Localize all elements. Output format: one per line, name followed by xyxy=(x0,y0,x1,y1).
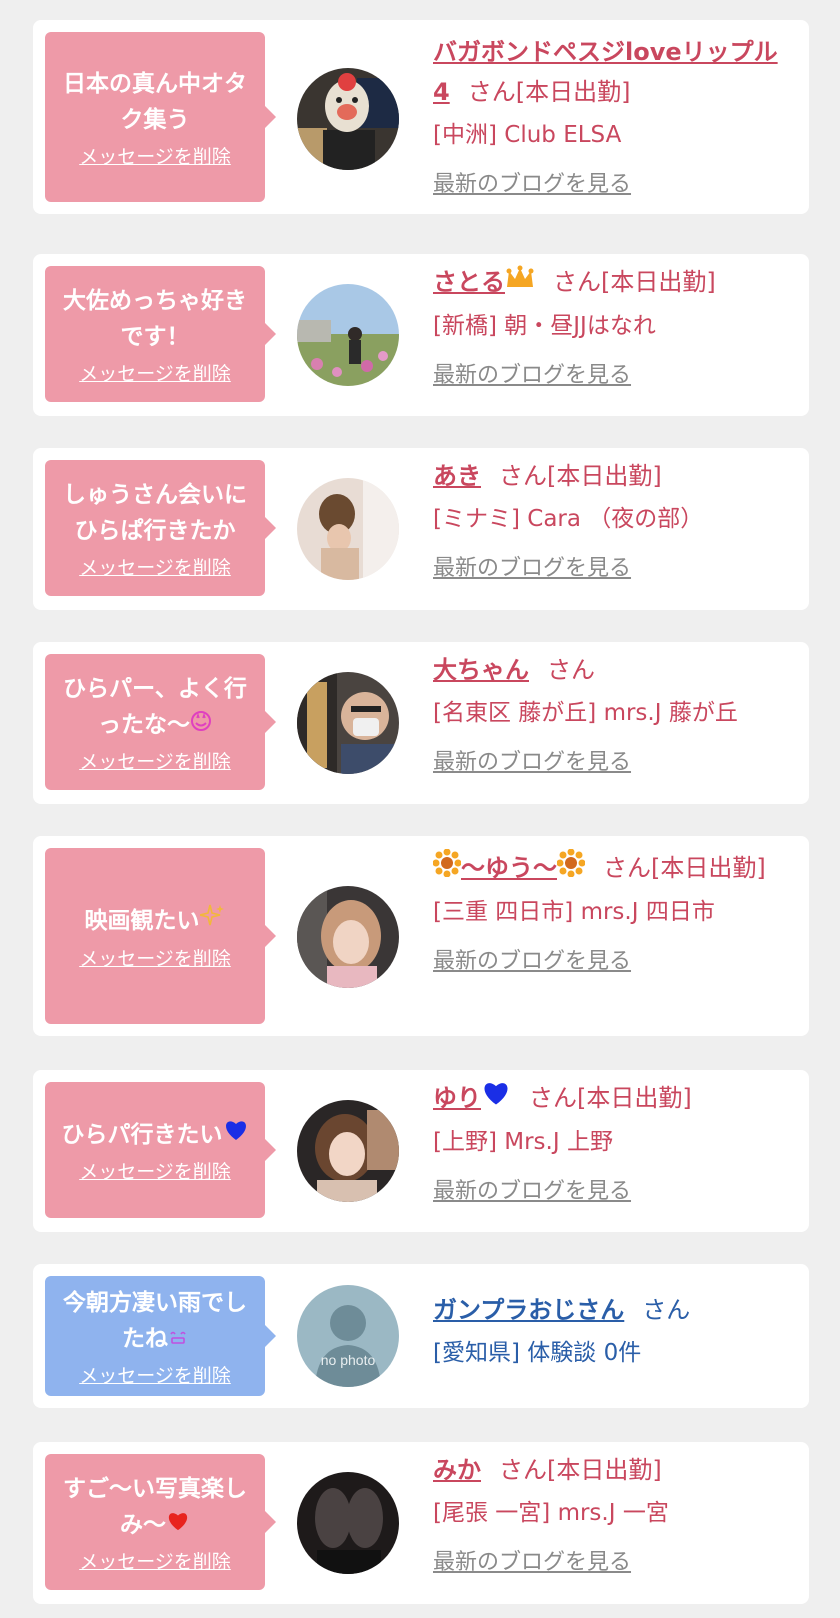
avatar[interactable] xyxy=(297,672,399,774)
status-text: さん[本日出勤] xyxy=(529,1084,692,1112)
latest-blog-link[interactable]: 最新のブログを見る xyxy=(433,168,785,202)
profile-name-link[interactable]: 大ちゃん xyxy=(433,656,529,684)
status-text: さん[本日出勤] xyxy=(603,854,766,882)
latest-blog-link[interactable]: 最新のブログを見る xyxy=(433,746,785,780)
message-card: 日本の真ん中オタク集う メッセージを削除 バガボンドペスジloveリップル4 さん… xyxy=(33,20,809,214)
status-text: さん[本日出勤] xyxy=(499,462,662,490)
message-text: 日本の真ん中オタク集う xyxy=(63,71,247,133)
profile-info: さとる さん[本日出勤] [新橋] 朝・昼JJはなれ 最新のブログを見る xyxy=(433,262,785,393)
message-bubble: 映画観たい メッセージを削除 xyxy=(45,848,276,1024)
shop-info: [尾張 一宮] mrs.J 一宮 xyxy=(433,1500,669,1526)
message-card: ひらパ行きたい メッセージを削除 ゆり さん[本日出勤] [上野] Mrs.J 上… xyxy=(33,1070,809,1232)
delete-message-link[interactable]: メッセージを削除 xyxy=(79,363,231,385)
status-text: さん xyxy=(547,656,595,684)
status-text: さん xyxy=(642,1296,691,1324)
shop-info: [愛知県] 体験談 0件 xyxy=(433,1340,642,1366)
profile-name-link[interactable]: ゆり xyxy=(433,1084,481,1112)
shop-info: [中洲] Club ELSA xyxy=(433,122,622,148)
profile-info: ガンプラおじさん さん [愛知県] 体験談 0件 xyxy=(433,1290,785,1372)
message-card: ひらパー、よく行ったな〜 メッセージを削除 大ちゃん さん [名東区 藤が丘] m… xyxy=(33,642,809,804)
shop-info: [ミナミ] Cara （夜の部） xyxy=(433,506,704,532)
profile-info: あき さん[本日出勤] [ミナミ] Cara （夜の部） 最新のブログを見る xyxy=(433,456,785,586)
latest-blog-link[interactable]: 最新のブログを見る xyxy=(433,1546,785,1580)
latest-blog-link[interactable]: 最新のブログを見る xyxy=(433,1175,785,1209)
delete-message-link[interactable]: メッセージを削除 xyxy=(79,146,231,168)
avatar[interactable] xyxy=(297,886,399,988)
shop-info: [名東区 藤が丘] mrs.J 藤が丘 xyxy=(433,700,738,726)
profile-name-link[interactable]: 〜ゆう〜 xyxy=(461,854,557,882)
latest-blog-link[interactable]: 最新のブログを見る xyxy=(433,945,785,979)
profile-info: みか さん[本日出勤] [尾張 一宮] mrs.J 一宮 最新のブログを見る xyxy=(433,1450,785,1580)
profile-name-link[interactable]: ガンプラおじさん xyxy=(433,1296,624,1324)
latest-blog-link[interactable]: 最新のブログを見る xyxy=(433,359,785,393)
message-text: 映画観たい xyxy=(85,903,226,940)
message-bubble: すご〜い写真楽しみ〜 メッセージを削除 xyxy=(45,1454,276,1590)
delete-message-link[interactable]: メッセージを削除 xyxy=(79,1161,231,1183)
message-card: すご〜い写真楽しみ〜 メッセージを削除 みか さん[本日出勤] [尾張 一宮] m… xyxy=(33,1442,809,1604)
blue-heart-icon xyxy=(481,1079,511,1119)
profile-info: 大ちゃん さん [名東区 藤が丘] mrs.J 藤が丘 最新のブログを見る xyxy=(433,650,785,780)
sunflower-icon xyxy=(432,848,462,889)
message-card: 映画観たい メッセージを削除 〜ゆう〜 さん[本日出勤] [三重 四日市] mrs… xyxy=(33,836,809,1036)
message-bubble: しゅうさん会いにひらぱ行きたか メッセージを削除 xyxy=(45,460,276,596)
shop-info: [新橋] 朝・昼JJはなれ xyxy=(433,313,656,339)
delete-message-link[interactable]: メッセージを削除 xyxy=(79,557,231,579)
message-text: すご〜い写真楽しみ〜 xyxy=(53,1471,257,1544)
profile-name-link[interactable]: さとる xyxy=(433,268,505,296)
profile-info: 〜ゆう〜 さん[本日出勤] [三重 四日市] mrs.J 四日市 最新のブログを見… xyxy=(432,848,785,979)
profile-name-link[interactable]: みか xyxy=(433,1456,481,1484)
avatar[interactable] xyxy=(297,68,399,170)
blue-heart-icon xyxy=(223,1117,249,1153)
avatar[interactable]: no photo xyxy=(297,1285,399,1387)
profile-name-link[interactable]: あき xyxy=(433,462,481,490)
avatar[interactable] xyxy=(297,478,399,580)
message-bubble: 日本の真ん中オタク集う メッセージを削除 xyxy=(45,32,276,202)
message-text: ひらパー、よく行ったな〜 xyxy=(53,671,257,744)
shop-info: [三重 四日市] mrs.J 四日市 xyxy=(433,899,715,925)
crown-icon xyxy=(505,263,535,303)
smile-face-icon xyxy=(168,1321,188,1357)
delete-message-link[interactable]: メッセージを削除 xyxy=(79,751,231,773)
message-bubble: 大佐めっちゃ好きです！ メッセージを削除 xyxy=(45,266,276,402)
message-text: 今朝方凄い雨でしたね xyxy=(53,1285,257,1358)
status-text: さん[本日出勤] xyxy=(467,78,631,106)
message-card: 今朝方凄い雨でしたね メッセージを削除 no photo ガンプラおじさん さん … xyxy=(33,1264,809,1408)
red-heart-icon xyxy=(166,1507,190,1543)
message-text: ひらパ行きたい xyxy=(62,1117,249,1154)
profile-info: ゆり さん[本日出勤] [上野] Mrs.J 上野 最新のブログを見る xyxy=(433,1078,785,1209)
message-bubble: ひらパー、よく行ったな〜 メッセージを削除 xyxy=(45,654,276,790)
sunflower-icon xyxy=(556,848,586,889)
message-card: しゅうさん会いにひらぱ行きたか メッセージを削除 あき さん[本日出勤] [ミナミ… xyxy=(33,448,809,610)
status-text: さん[本日出勤] xyxy=(553,268,716,296)
message-text: しゅうさん会いにひらぱ行きたか xyxy=(63,482,247,544)
avatar[interactable] xyxy=(297,1100,399,1202)
delete-message-link[interactable]: メッセージを削除 xyxy=(79,1551,231,1573)
message-bubble: 今朝方凄い雨でしたね メッセージを削除 xyxy=(45,1276,276,1396)
profile-info: バガボンドペスジloveリップル4 さん[本日出勤] [中洲] Club ELSA… xyxy=(433,32,785,202)
no-photo-label: no photo xyxy=(321,1352,376,1368)
delete-message-link[interactable]: メッセージを削除 xyxy=(79,948,231,970)
message-card: 大佐めっちゃ好きです！ メッセージを削除 さとる さん[本日出勤] [新橋] 朝・… xyxy=(33,254,809,416)
avatar[interactable] xyxy=(297,284,399,386)
shop-info: [上野] Mrs.J 上野 xyxy=(433,1129,613,1155)
message-text: 大佐めっちゃ好きです！ xyxy=(63,288,247,350)
message-bubble: ひらパ行きたい メッセージを削除 xyxy=(45,1082,276,1218)
avatar[interactable] xyxy=(297,1472,399,1574)
sparkles-icon xyxy=(199,903,226,940)
delete-message-link[interactable]: メッセージを削除 xyxy=(79,1365,231,1387)
latest-blog-link[interactable]: 最新のブログを見る xyxy=(433,552,785,586)
sparkle-eyes-face-icon xyxy=(190,707,212,743)
status-text: さん[本日出勤] xyxy=(499,1456,662,1484)
